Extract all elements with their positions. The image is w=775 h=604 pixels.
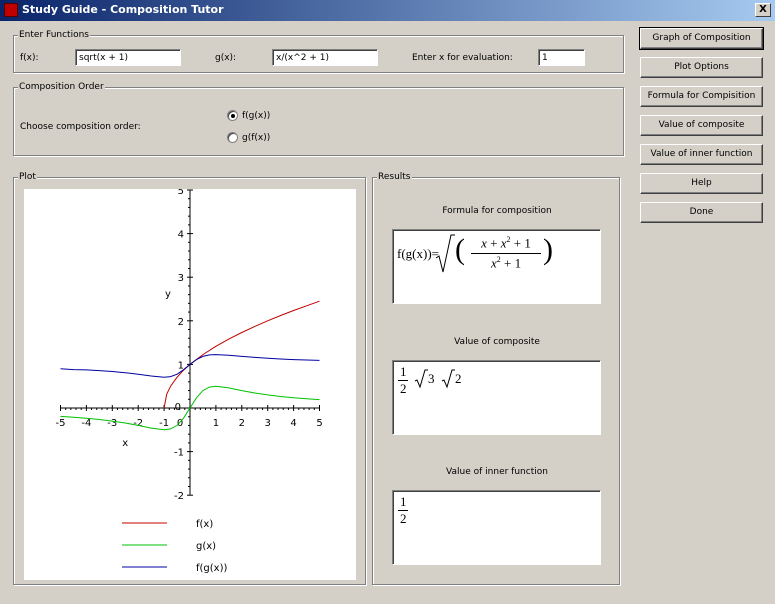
g-label: g(x):: [215, 53, 237, 63]
radio-gf[interactable]: g(f(x)): [227, 132, 307, 145]
composite-root1: 3: [428, 371, 435, 386]
y-tick-label: -2: [174, 491, 184, 502]
den-x-exp: 2: [496, 255, 501, 264]
paren-right: ): [543, 233, 553, 266]
formula-fraction-bar: [471, 253, 541, 254]
x-tick-label: 4: [290, 418, 296, 429]
y-tick-label: 0: [175, 402, 181, 413]
composition-order-prompt: Choose composition order:: [20, 122, 141, 132]
title-bar: Study Guide - Composition Tutor X: [0, 0, 775, 21]
f-input[interactable]: [75, 49, 181, 66]
num-x: x: [481, 235, 487, 251]
graph-of-composition-button[interactable]: Graph of Composition: [639, 27, 764, 50]
radio-gf-label: g(f(x)): [242, 133, 271, 143]
radio-fg-label: f(g(x)): [242, 111, 271, 121]
radio-fg[interactable]: f(g(x)): [227, 110, 307, 123]
num-plus-1: +: [490, 235, 498, 251]
done-button[interactable]: Done: [640, 202, 763, 223]
composite-expression: 1 2 3 2: [398, 364, 498, 400]
composition-order-legend: Composition Order: [18, 82, 105, 92]
legend-label-2: f(g(x)): [196, 563, 227, 574]
composite-num: 1: [400, 364, 407, 379]
x-eval-input[interactable]: [538, 49, 585, 66]
den-one: 1: [514, 255, 522, 271]
radio-fg-dot: [231, 114, 235, 118]
composition-chart[interactable]: -5 -4 -3 -2 -1 0 1 2 3 4 5-2-1123450xy f(x)g(x)f(g…: [24, 186, 356, 580]
help-button[interactable]: Help: [640, 173, 763, 194]
formula-lhs: f(g(x))=: [397, 246, 439, 261]
close-button[interactable]: X: [755, 3, 771, 17]
chart-legend: f(x) g(x) f(g(x)): [122, 519, 227, 574]
inner-label: Value of inner function: [446, 467, 548, 477]
inner-expression: 1 2: [398, 494, 428, 530]
g-input[interactable]: [272, 49, 378, 66]
sqrt-icon: [435, 234, 455, 273]
x-tick-label: 3: [265, 418, 271, 429]
axes-layer: -5 -4 -3 -2 -1 0 1 2 3 4 5-2-1123450xy: [56, 186, 323, 502]
composition-order-group: Composition Order Choose composition ord…: [13, 82, 624, 156]
den-plus: +: [503, 255, 512, 271]
sqrt-icon-1: [414, 369, 428, 389]
plot-group: Plot -5 -4 -3 -2 -1 0 1 2 3 4 5 -2 -1 1 2 3 4 5 0 x y f(x) g(…: [13, 172, 366, 585]
series-line-0: [163, 300, 320, 409]
formula-box[interactable]: f(g(x))= ( x + x2 + 1 x2 + 1 ): [392, 229, 601, 304]
num-one: 1: [524, 235, 531, 251]
x-tick-label: -2: [133, 418, 143, 429]
y-tick-label: 3: [178, 273, 184, 284]
window-title: Study Guide - Composition Tutor: [22, 3, 224, 16]
y-tick-label: 4: [178, 230, 184, 241]
formula-numerator: x + x2 + 1: [470, 235, 542, 251]
inner-den: 2: [400, 511, 407, 526]
formula-denominator: x2 + 1: [470, 255, 542, 271]
composite-box[interactable]: 1 2 3 2: [392, 360, 601, 435]
legend-label-0: f(x): [196, 519, 213, 530]
formula-for-composition-button[interactable]: Formula for Compisition: [640, 86, 763, 107]
x-tick-label: 1: [213, 418, 219, 429]
plot-legend-title: Plot: [18, 172, 37, 182]
x-tick-label: -3: [107, 418, 117, 429]
results-legend: Results: [377, 172, 412, 182]
num-x2-exp: 2: [506, 235, 511, 244]
x-axis-label: x: [122, 438, 128, 449]
radio-gf-circle[interactable]: [227, 132, 238, 143]
y-tick-label: 5: [178, 189, 184, 197]
results-group: Results Formula for composition f(g(x))=…: [372, 172, 620, 585]
app-icon: [4, 3, 18, 17]
x-eval-label: Enter x for evaluation:: [412, 53, 513, 63]
radio-fg-circle[interactable]: [227, 110, 238, 121]
paren-left: (: [455, 233, 465, 266]
inner-num: 1: [400, 494, 407, 509]
plot-area[interactable]: -5 -4 -3 -2 -1 0 1 2 3 4 5 -2 -1 1 2 3 4 5 0 x y f(x) g(x) f(g…: [24, 186, 356, 580]
num-plus-2: +: [513, 235, 522, 251]
legend-label-1: g(x): [196, 541, 216, 552]
formula-expression: f(g(x))= ( x + x2 + 1 x2 + 1 ): [397, 234, 597, 274]
enter-functions-legend: Enter Functions: [18, 30, 90, 40]
y-axis-label: y: [165, 289, 171, 300]
composite-den: 2: [400, 381, 407, 396]
sqrt-icon-2: [441, 369, 455, 389]
y-tick-label: 2: [178, 317, 184, 328]
x-tick-label: -4: [81, 418, 91, 429]
composite-root2: 2: [455, 371, 462, 386]
value-of-composite-button[interactable]: Value of composite: [640, 115, 763, 136]
x-tick-label: -1: [159, 418, 169, 429]
y-tick-label: -1: [174, 448, 184, 459]
f-label: f(x):: [20, 53, 39, 63]
inner-box[interactable]: 1 2: [392, 490, 601, 565]
x-tick-label: 2: [239, 418, 245, 429]
plot-options-button[interactable]: Plot Options: [640, 57, 763, 78]
value-of-inner-function-button[interactable]: Value of inner function: [640, 144, 763, 165]
x-tick-label: 5: [316, 418, 322, 429]
x-tick-label: -5: [56, 418, 66, 429]
composite-label: Value of composite: [454, 337, 540, 347]
enter-functions-group: Enter Functions f(x): g(x): Enter x for …: [13, 30, 624, 73]
formula-label: Formula for composition: [442, 206, 552, 216]
